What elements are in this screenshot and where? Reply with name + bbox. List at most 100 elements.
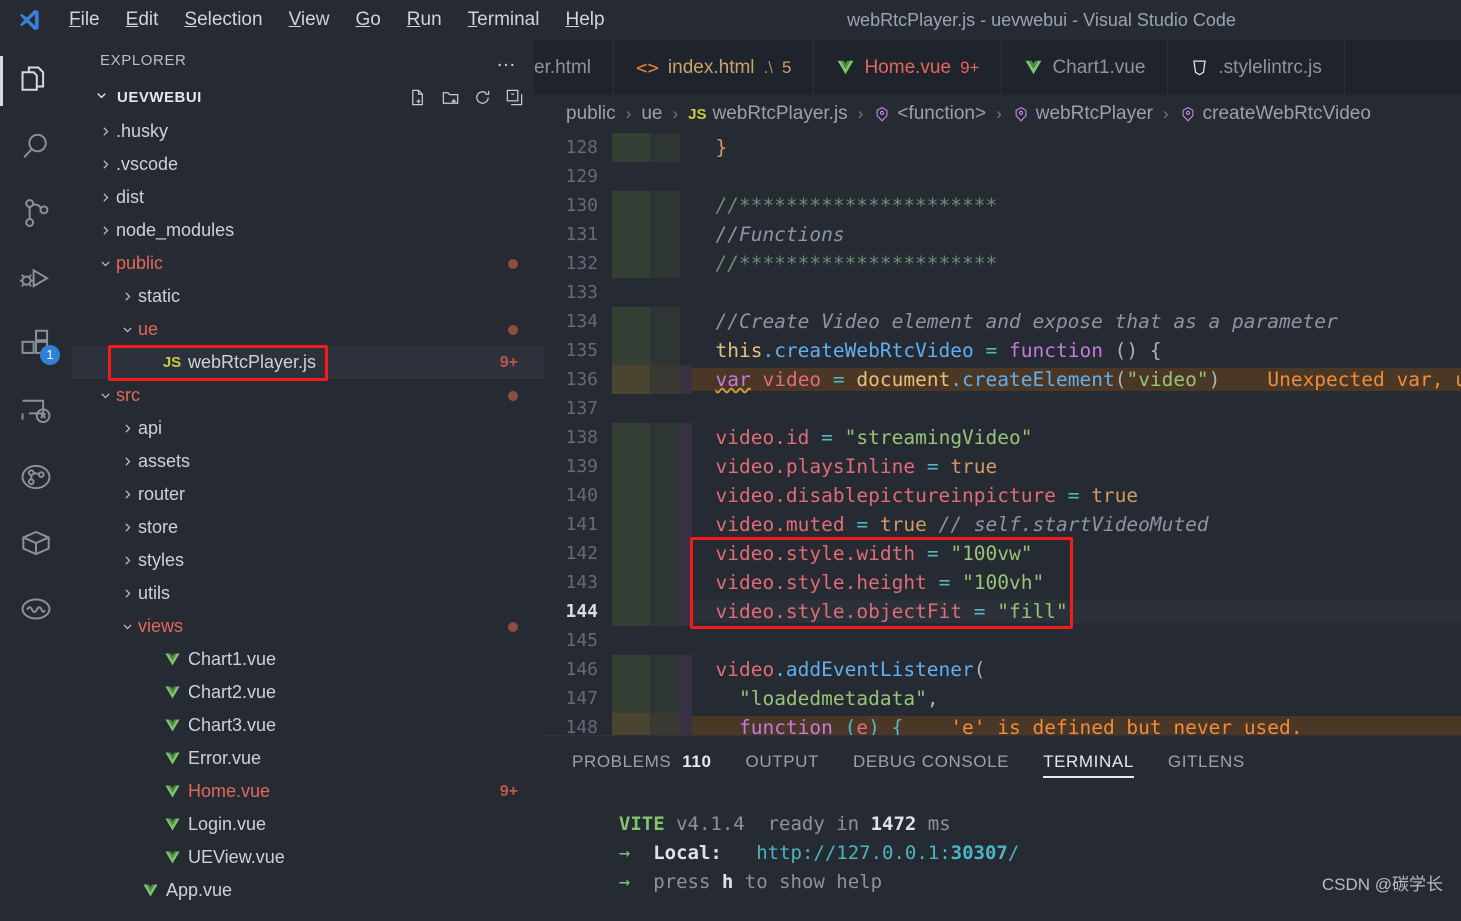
tree-item-error-vue[interactable]: Error.vue	[72, 742, 544, 775]
editor-tab-chart1-vue[interactable]: Chart1.vue	[1002, 40, 1169, 95]
activity-item-gitlens[interactable]	[0, 444, 72, 510]
menu-item-run[interactable]: Run	[394, 5, 455, 35]
activity-item-extensions[interactable]: 1	[0, 312, 72, 378]
code-line[interactable]: 138 video.id = "streamingVideo"	[544, 423, 1461, 452]
code-line[interactable]: 137	[544, 394, 1461, 423]
tree-item-chart3-vue[interactable]: Chart3.vue	[72, 709, 544, 742]
code-line[interactable]: 145	[544, 626, 1461, 655]
code-line[interactable]: 134 //Create Video element and expose th…	[544, 307, 1461, 336]
breadcrumb-item-ue[interactable]: ue	[641, 103, 662, 125]
panel-tab-debug-console[interactable]: DEBUG CONSOLE	[853, 736, 1009, 788]
sidebar-more-actions-button[interactable]: …	[496, 49, 518, 72]
code-line[interactable]: 128 }	[544, 133, 1461, 162]
chevron-right-icon[interactable]	[116, 488, 138, 501]
code-line[interactable]: 141 video.muted = true // self.startVide…	[544, 510, 1461, 539]
code-line[interactable]: 130 //**********************	[544, 191, 1461, 220]
chevron-right-icon[interactable]	[116, 290, 138, 303]
panel-tab-output[interactable]: OUTPUT	[746, 736, 819, 788]
chevron-right-icon[interactable]	[116, 455, 138, 468]
chevron-right-icon[interactable]	[116, 521, 138, 534]
new-folder-icon[interactable]	[441, 88, 460, 107]
file-tree[interactable]: .husky .vscode dist node_modules public stati…	[72, 115, 544, 921]
tree-item-chart2-vue[interactable]: Chart2.vue	[72, 676, 544, 709]
code-line[interactable]: 129	[544, 162, 1461, 191]
activity-item-run-debug[interactable]	[0, 246, 72, 312]
tree-item-utils[interactable]: utils	[72, 577, 544, 610]
code-line[interactable]: 135 this.createWebRtcVideo = function ()…	[544, 336, 1461, 365]
menu-item-help[interactable]: Help	[552, 5, 617, 35]
menu-item-file[interactable]: File	[56, 5, 113, 35]
tree-item-login-vue[interactable]: Login.vue	[72, 808, 544, 841]
chevron-down-icon[interactable]	[94, 389, 116, 402]
code-line[interactable]: 142 video.style.width = "100vw"	[544, 539, 1461, 568]
tree-item-ue[interactable]: ue	[72, 313, 544, 346]
editor-tab-index-html[interactable]: <> index.html .\ 5	[614, 40, 815, 95]
new-file-icon[interactable]	[409, 88, 428, 107]
menu-item-go[interactable]: Go	[342, 5, 393, 35]
code-line[interactable]: 148 function (e) { 'e' is defined but ne…	[544, 713, 1461, 735]
terminal-output[interactable]: VITE v4.1.4 ready in 1472 ms → Local: ht…	[544, 788, 1461, 921]
activity-item-source-control[interactable]	[0, 180, 72, 246]
tree-item-api[interactable]: api	[72, 412, 544, 445]
code-line[interactable]: 144 video.style.objectFit = "fill"	[544, 597, 1461, 626]
tree-item-views[interactable]: views	[72, 610, 544, 643]
code-line[interactable]: 139 video.playsInline = true	[544, 452, 1461, 481]
chevron-down-icon[interactable]	[94, 257, 116, 270]
chevron-down-icon[interactable]	[116, 323, 138, 336]
chevron-right-icon[interactable]	[94, 191, 116, 204]
collapse-all-icon[interactable]	[505, 88, 524, 107]
tree-item--husky[interactable]: .husky	[72, 115, 544, 148]
breadcrumb-item-webrtcplayer-js[interactable]: JS webRtcPlayer.js	[688, 103, 848, 125]
code-line[interactable]: 132 //**********************	[544, 249, 1461, 278]
chevron-right-icon[interactable]	[94, 158, 116, 171]
panel-tab-gitlens[interactable]: GITLENS	[1168, 736, 1245, 788]
activity-item-remote-explorer[interactable]	[0, 378, 72, 444]
menu-item-selection[interactable]: Selection	[171, 5, 275, 35]
breadcrumb-item-createwebrtcvideo[interactable]: createWebRtcVideo	[1179, 103, 1371, 125]
menu-item-terminal[interactable]: Terminal	[455, 5, 553, 35]
tree-item-static[interactable]: static	[72, 280, 544, 313]
tree-item-node-modules[interactable]: node_modules	[72, 214, 544, 247]
refresh-icon[interactable]	[473, 88, 492, 107]
breadcrumb-item-webrtcplayer[interactable]: webRtcPlayer	[1012, 103, 1153, 125]
editor-tab-er-html[interactable]: er.html	[534, 40, 615, 95]
editor-tab--stylelintrc-js[interactable]: .stylelintrc.js	[1168, 40, 1345, 95]
breadcrumb-item-public[interactable]: public	[566, 103, 616, 125]
breadcrumb-item--function-[interactable]: <function>	[873, 103, 986, 125]
tree-item-store[interactable]: store	[72, 511, 544, 544]
code-editor[interactable]: 128 } 129 130 //********************** 131 …	[544, 133, 1461, 735]
tree-item-chart1-vue[interactable]: Chart1.vue	[72, 643, 544, 676]
tree-item-app-vue[interactable]: App.vue	[72, 874, 544, 907]
tree-item-webrtcplayer-js[interactable]: JS webRtcPlayer.js 9+	[72, 346, 544, 379]
code-line[interactable]: 133	[544, 278, 1461, 307]
chevron-down-icon[interactable]	[116, 620, 138, 633]
chevron-right-icon[interactable]	[94, 224, 116, 237]
tree-item-home-vue[interactable]: Home.vue 9+	[72, 775, 544, 808]
editor-tab-home-vue[interactable]: Home.vue 9+	[814, 40, 1003, 95]
code-line[interactable]: 143 video.style.height = "100vh"	[544, 568, 1461, 597]
tree-item-ueview-vue[interactable]: UEView.vue	[72, 841, 544, 874]
breadcrumb[interactable]: public › ue › JS webRtcPlayer.js › <function> › w…	[544, 95, 1461, 133]
code-line[interactable]: 136 var video = document.createElement("…	[544, 365, 1461, 394]
tree-item-assets[interactable]: assets	[72, 445, 544, 478]
chevron-right-icon[interactable]	[116, 422, 138, 435]
code-line[interactable]: 131 //Functions	[544, 220, 1461, 249]
activity-item-explorer[interactable]	[0, 48, 72, 114]
panel-tab-problems[interactable]: PROBLEMS 110	[572, 736, 712, 788]
menu-item-edit[interactable]: Edit	[113, 5, 172, 35]
activity-item-package[interactable]	[0, 510, 72, 576]
tree-item-styles[interactable]: styles	[72, 544, 544, 577]
code-line[interactable]: 147 "loadedmetadata",	[544, 684, 1461, 713]
tree-item-public[interactable]: public	[72, 247, 544, 280]
explorer-root-header[interactable]: UEVWEBUI	[72, 80, 544, 115]
panel-tab-bar[interactable]: PROBLEMS 110 OUTPUT DEBUG CONSOLE TERMINAL GI…	[544, 736, 1461, 788]
panel-tab-terminal[interactable]: TERMINAL	[1043, 736, 1134, 788]
tree-item--vscode[interactable]: .vscode	[72, 148, 544, 181]
menu-item-view[interactable]: View	[276, 5, 343, 35]
editor-tab-bar[interactable]: er.html <> index.html .\ 5 Home.vue 9+ Chart1.v…	[534, 40, 1461, 95]
tree-item-src[interactable]: src	[72, 379, 544, 412]
chevron-right-icon[interactable]	[116, 554, 138, 567]
code-line[interactable]: 140 video.disablepictureinpicture = true	[544, 481, 1461, 510]
chevron-right-icon[interactable]	[94, 125, 116, 138]
activity-item-wave[interactable]	[0, 576, 72, 642]
